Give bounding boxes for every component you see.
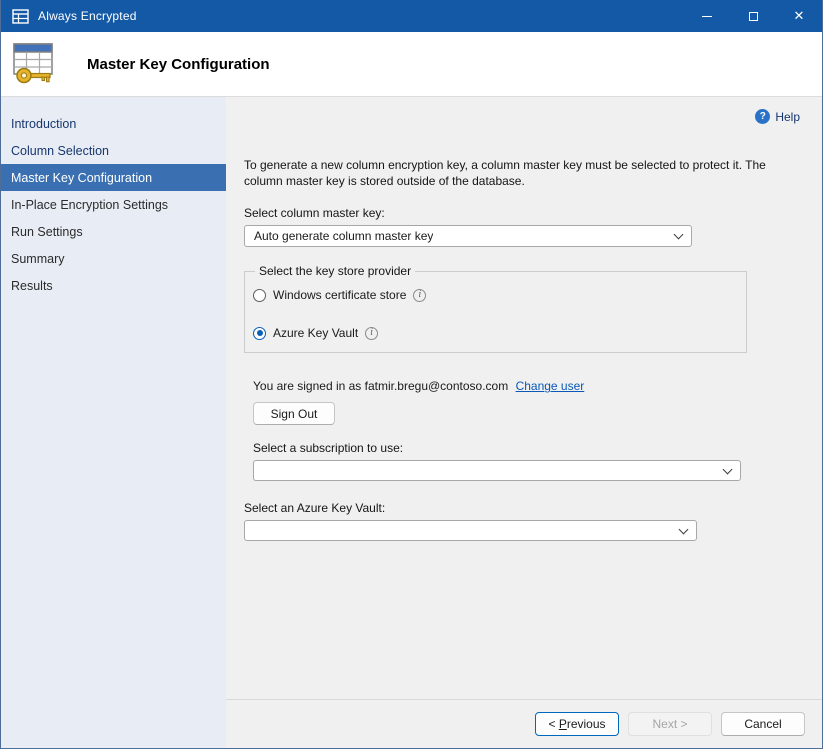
radio-unselected-icon: [253, 289, 266, 302]
sign-out-button[interactable]: Sign Out: [253, 402, 335, 425]
content-panel: ? Help To generate a new column encrypti…: [226, 97, 822, 699]
app-icon: [12, 9, 29, 24]
signed-in-row: You are signed in as fatmir.bregu@contos…: [253, 379, 804, 393]
master-key-combobox[interactable]: Auto generate column master key: [244, 225, 692, 247]
window-titlebar: Always Encrypted ✕: [1, 0, 822, 32]
radio-windows-certificate-store[interactable]: Windows certificate store i: [253, 288, 736, 302]
previous-button[interactable]: < Previous: [535, 712, 619, 736]
vault-label: Select an Azure Key Vault:: [244, 501, 804, 515]
window-title: Always Encrypted: [38, 9, 137, 23]
info-icon[interactable]: i: [365, 327, 378, 340]
sidebar-item-introduction[interactable]: Introduction: [1, 110, 226, 137]
wizard-body: Introduction Column Selection Master Key…: [1, 97, 822, 748]
cancel-button[interactable]: Cancel: [721, 712, 805, 736]
vault-combobox[interactable]: [244, 520, 697, 541]
previous-label-rest: revious: [567, 717, 606, 731]
sidebar-item-run-settings[interactable]: Run Settings: [1, 218, 226, 245]
minimize-icon: [702, 16, 712, 17]
sidebar-item-column-selection[interactable]: Column Selection: [1, 137, 226, 164]
key-store-provider-groupbox: Select the key store provider Windows ce…: [244, 271, 747, 353]
key-store-provider-label: Select the key store provider: [255, 264, 415, 278]
windows-certificate-store-label: Windows certificate store: [273, 288, 406, 302]
main-panel: ? Help To generate a new column encrypti…: [226, 97, 822, 748]
always-encrypted-window: Always Encrypted ✕: [0, 0, 823, 749]
signed-in-text: You are signed in as fatmir.bregu@contos…: [253, 379, 508, 393]
change-user-link[interactable]: Change user: [516, 379, 585, 393]
next-button[interactable]: Next >: [628, 712, 712, 736]
close-button[interactable]: ✕: [776, 0, 822, 32]
subscription-combobox[interactable]: [253, 460, 741, 481]
close-icon: ✕: [794, 8, 805, 24]
info-icon[interactable]: i: [413, 289, 426, 302]
radio-azure-key-vault[interactable]: Azure Key Vault i: [253, 326, 736, 340]
help-label: Help: [775, 110, 800, 124]
help-button[interactable]: ? Help: [755, 109, 800, 124]
intro-text: To generate a new column encryption key,…: [244, 157, 800, 189]
sidebar-item-master-key-configuration[interactable]: Master Key Configuration: [1, 164, 226, 191]
chevron-down-icon: [679, 524, 689, 534]
maximize-button[interactable]: [730, 0, 776, 32]
footer-bar: < Previous Next > Cancel: [226, 699, 822, 748]
sidebar-item-results[interactable]: Results: [1, 272, 226, 299]
previous-label-prefix: <: [548, 717, 558, 731]
page-title: Master Key Configuration: [87, 56, 270, 73]
sidebar-item-summary[interactable]: Summary: [1, 245, 226, 272]
chevron-down-icon: [674, 230, 684, 240]
window-controls: ✕: [684, 0, 822, 32]
sidebar-item-in-place-encryption-settings[interactable]: In-Place Encryption Settings: [1, 191, 226, 218]
minimize-button[interactable]: [684, 0, 730, 32]
help-icon: ?: [755, 109, 770, 124]
subscription-label: Select a subscription to use:: [253, 441, 804, 455]
chevron-down-icon: [723, 464, 733, 474]
wizard-steps-sidebar: Introduction Column Selection Master Key…: [1, 97, 226, 748]
master-key-label: Select column master key:: [244, 206, 804, 220]
wizard-header: Master Key Configuration: [1, 32, 822, 97]
maximize-icon: [749, 12, 758, 21]
table-key-icon: [11, 41, 59, 88]
radio-selected-icon: [253, 327, 266, 340]
previous-label-accel: P: [559, 717, 567, 731]
azure-key-vault-label: Azure Key Vault: [273, 326, 358, 340]
master-key-value: Auto generate column master key: [254, 229, 433, 243]
